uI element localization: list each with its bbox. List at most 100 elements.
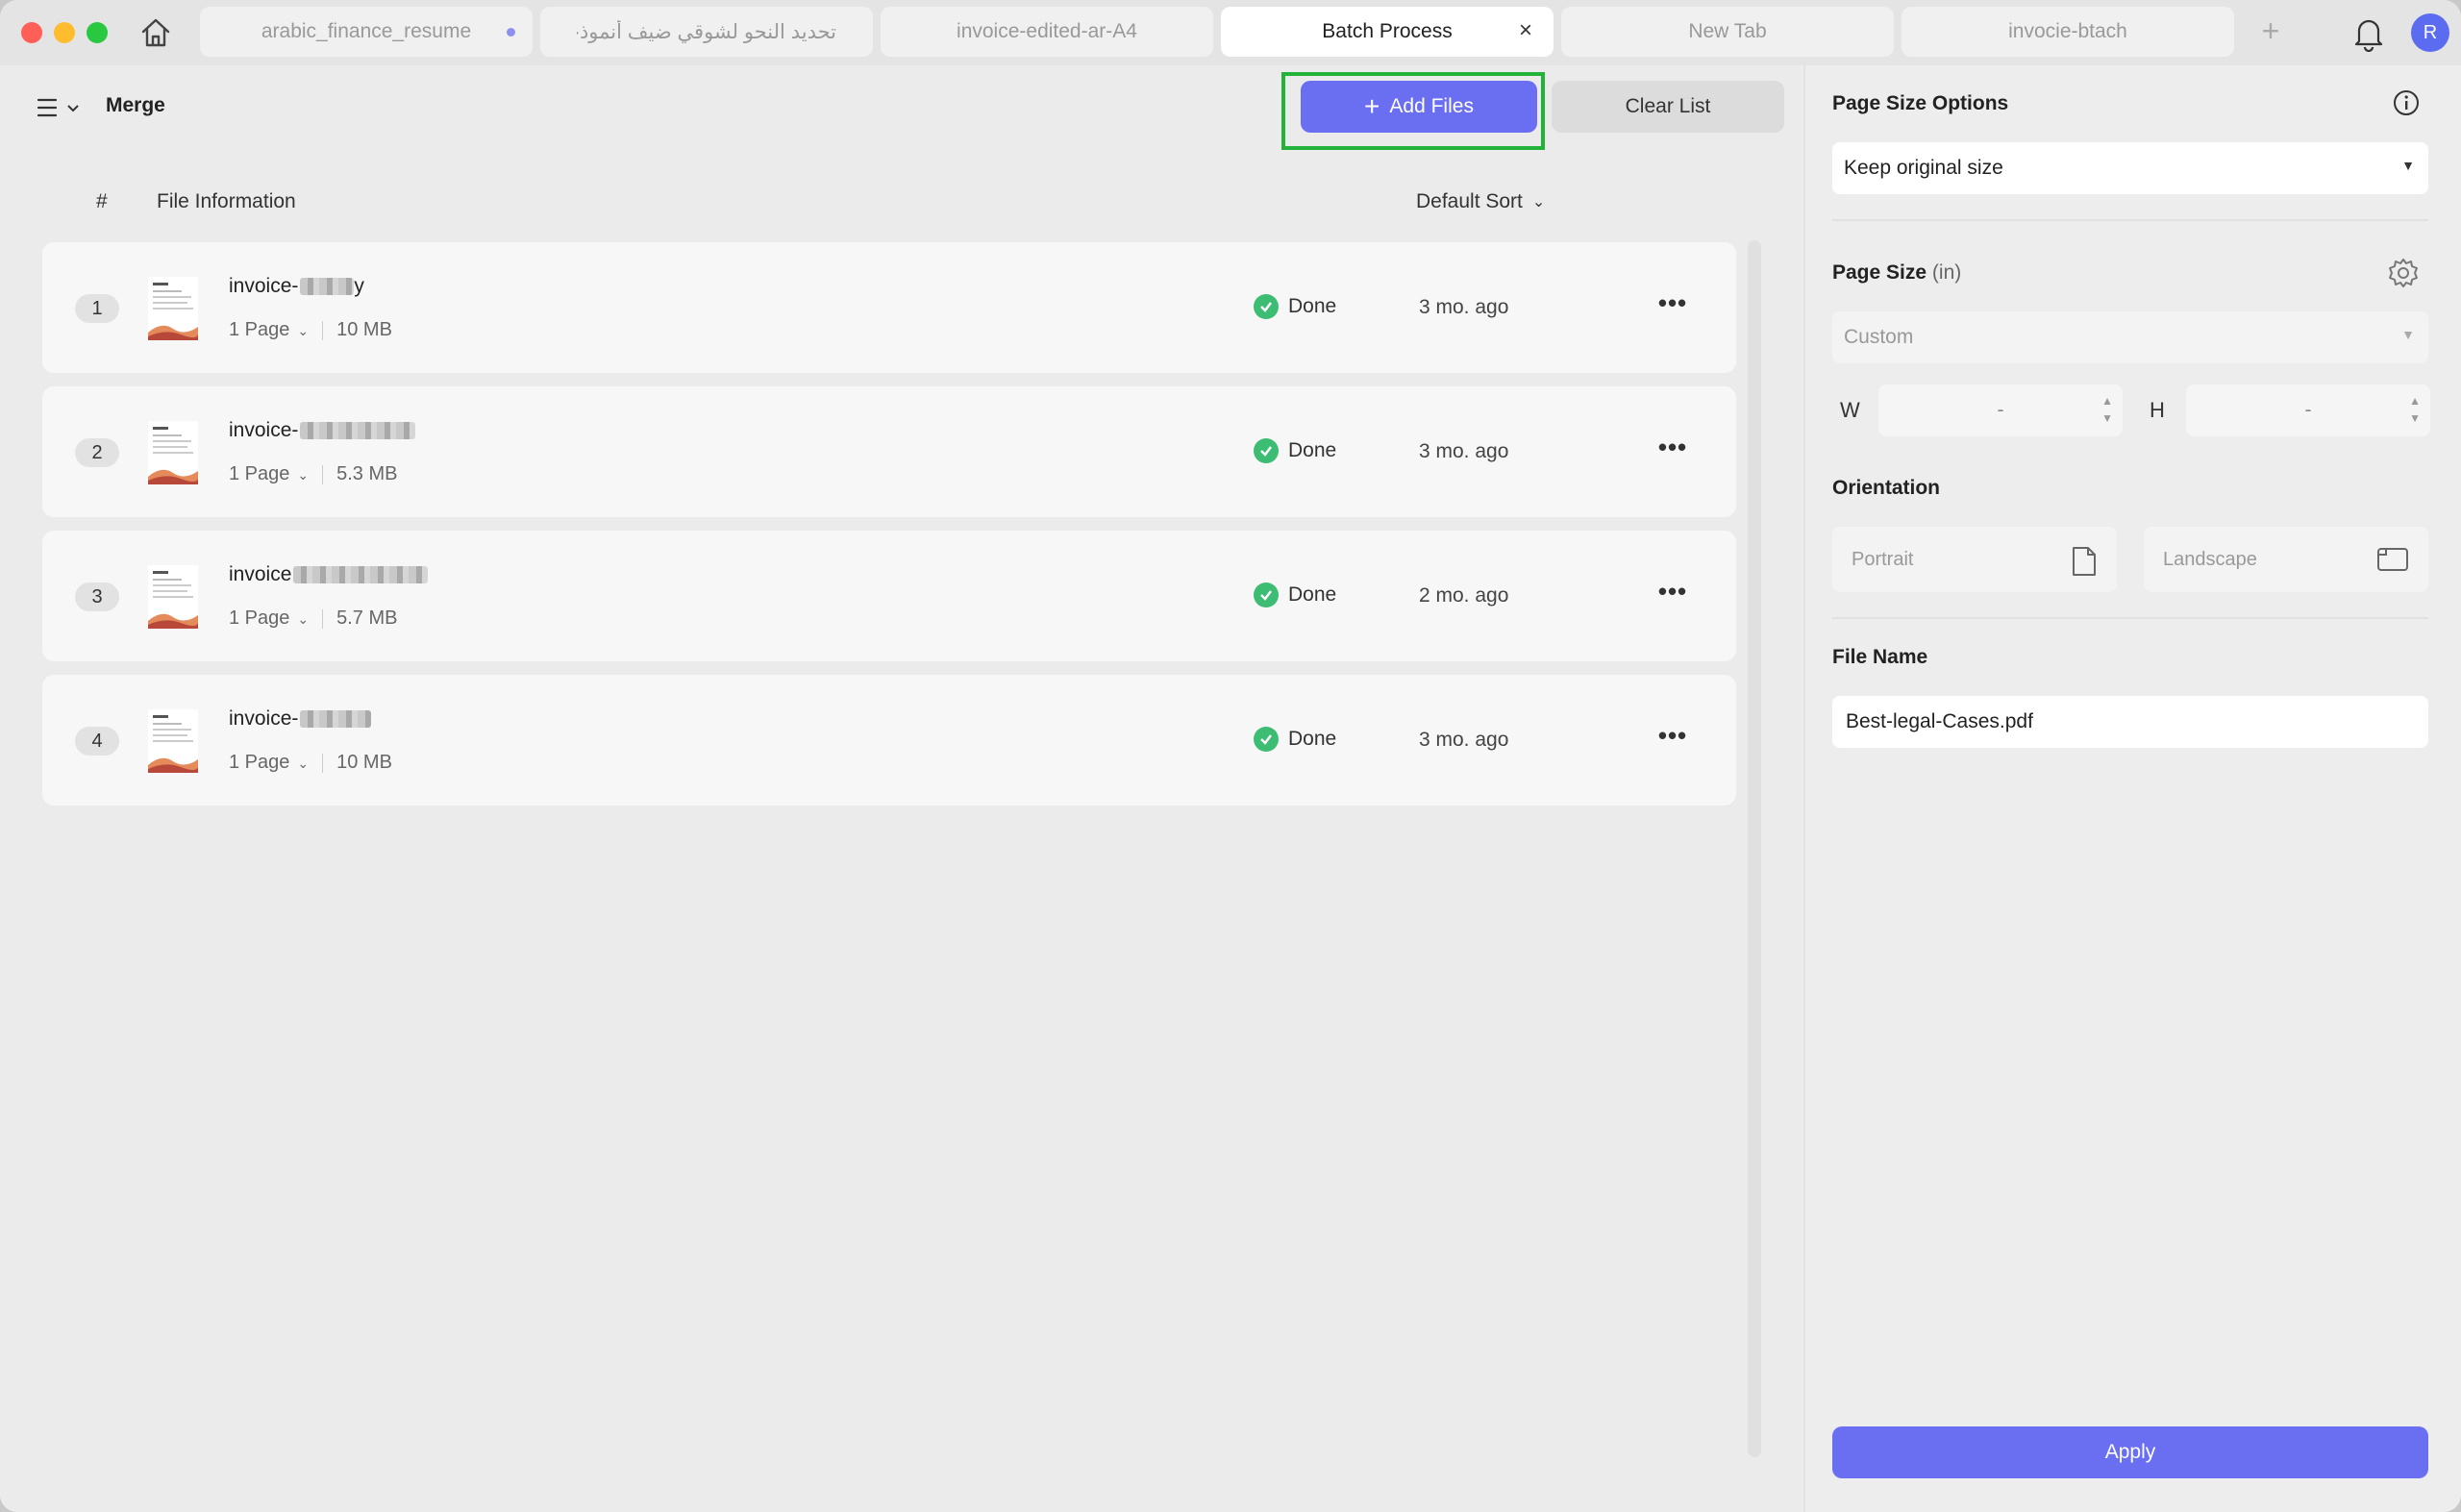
tab-new-tab[interactable]: New Tab	[1561, 7, 1894, 57]
chevron-down-icon	[67, 105, 79, 112]
modified-time: 3 mo. ago	[1419, 729, 1509, 751]
divider	[1832, 617, 2428, 619]
info-icon[interactable]	[2392, 88, 2421, 117]
gear-icon[interactable]	[2386, 256, 2421, 290]
clear-list-button[interactable]: Clear List	[1552, 81, 1784, 133]
settings-panel: Page Size Options Keep original size ▼ P…	[1803, 65, 2461, 1512]
tab-arabic-document[interactable]: تحديد النحو لشوقي ضيف أنموذجا	[540, 7, 873, 57]
landscape-page-icon	[2377, 548, 2408, 571]
pdf-thumbnail-icon	[148, 709, 198, 773]
more-options-icon[interactable]: •••	[1653, 575, 1692, 613]
divider	[1832, 219, 2428, 221]
page-size-label: Page Size (in)	[1832, 261, 1962, 284]
more-options-icon[interactable]: •••	[1653, 431, 1692, 469]
divider	[322, 608, 324, 629]
redacted-text	[300, 278, 355, 295]
modified-time: 2 mo. ago	[1419, 584, 1509, 607]
column-header-file-info: File Information	[157, 190, 296, 212]
dropdown-arrow-icon: ▼	[2401, 158, 2415, 173]
pdf-thumbnail-icon	[148, 277, 198, 340]
page-size-options-select[interactable]: Keep original size ▼	[1832, 142, 2428, 194]
row-number: 3	[75, 582, 119, 611]
chevron-down-icon: ⌄	[1531, 194, 1546, 211]
file-name-input[interactable]	[1832, 696, 2428, 748]
plus-icon: +	[1364, 91, 1380, 121]
check-circle-icon	[1254, 294, 1279, 319]
page-count-dropdown[interactable]: 1 Page ⌄	[229, 319, 309, 341]
tab-invoice-edited[interactable]: invoice-edited-ar-A4	[881, 7, 1213, 57]
main-area: Merge + Add Files Clear List # File Info…	[0, 65, 1800, 1512]
file-list-scrollbar[interactable]	[1748, 240, 1761, 1457]
file-row[interactable]: 2 invoice- 1 Page ⌄ 5.3 MB Done 3 mo. ago…	[42, 386, 1736, 517]
title-bar: arabic_finance_resume تحديد النحو لشوقي …	[0, 0, 2461, 65]
close-tab-icon[interactable]: ×	[1513, 18, 1538, 43]
file-row[interactable]: 3 invoice 1 Page ⌄ 5.7 MB Done 2 mo. ago …	[42, 531, 1736, 661]
file-name: invoice	[229, 563, 429, 586]
divider	[322, 753, 324, 773]
tab-invocie-btach[interactable]: invocie-btach	[1902, 7, 2234, 57]
column-header-number: #	[96, 190, 108, 212]
apply-button[interactable]: Apply	[1832, 1426, 2428, 1478]
file-row[interactable]: 1 invoice-y 1 Page ⌄ 10 MB Done 3 mo. ago…	[42, 242, 1736, 373]
row-number: 1	[75, 294, 119, 323]
status-badge: Done	[1254, 727, 1336, 752]
user-avatar[interactable]: R	[2411, 13, 2449, 52]
pdf-thumbnail-icon	[148, 565, 198, 629]
tab-arabic-finance-resume[interactable]: arabic_finance_resume	[200, 7, 533, 57]
close-window-button[interactable]	[21, 22, 42, 43]
add-files-button[interactable]: + Add Files	[1301, 81, 1537, 133]
bell-icon[interactable]	[2351, 13, 2386, 53]
file-meta: 1 Page ⌄ 10 MB	[229, 752, 392, 774]
stepper-arrows-icon[interactable]: ▲ ▼	[2101, 392, 2113, 427]
status-badge: Done	[1254, 294, 1336, 319]
file-name: invoice-	[229, 707, 372, 731]
menu-toggle-button[interactable]	[37, 92, 87, 123]
tab-batch-process[interactable]: Batch Process ×	[1221, 7, 1554, 57]
chevron-down-icon: ⌄	[297, 323, 310, 338]
dropdown-arrow-icon: ▼	[2401, 327, 2415, 342]
divider	[322, 464, 324, 484]
file-name: invoice-y	[229, 275, 364, 297]
file-meta: 1 Page ⌄ 5.3 MB	[229, 463, 397, 485]
minimize-window-button[interactable]	[54, 22, 75, 43]
redacted-text	[300, 422, 416, 439]
modified-time: 3 mo. ago	[1419, 440, 1509, 462]
check-circle-icon	[1254, 582, 1279, 607]
redacted-text	[293, 566, 429, 583]
file-meta: 1 Page ⌄ 5.7 MB	[229, 607, 397, 630]
file-size: 10 MB	[336, 319, 392, 340]
chevron-down-icon: ⌄	[297, 611, 310, 627]
hamburger-icon	[37, 98, 58, 117]
more-options-icon[interactable]: •••	[1653, 286, 1692, 325]
status-badge: Done	[1254, 582, 1336, 607]
chevron-down-icon: ⌄	[297, 756, 310, 771]
page-count-dropdown[interactable]: 1 Page ⌄	[229, 752, 309, 774]
zoom-window-button[interactable]	[87, 22, 108, 43]
pdf-thumbnail-icon	[148, 421, 198, 484]
height-stepper[interactable]: - ▲ ▼	[2186, 384, 2430, 436]
page-size-select[interactable]: Custom ▼	[1832, 311, 2428, 363]
chevron-down-icon: ⌄	[297, 467, 310, 483]
file-meta: 1 Page ⌄ 10 MB	[229, 319, 392, 341]
sort-dropdown[interactable]: Default Sort ⌄	[1416, 190, 1545, 213]
home-icon[interactable]	[138, 15, 173, 50]
file-row[interactable]: 4 invoice- 1 Page ⌄ 10 MB Done 3 mo. ago …	[42, 675, 1736, 806]
file-size: 10 MB	[336, 752, 392, 773]
page-count-dropdown[interactable]: 1 Page ⌄	[229, 607, 309, 630]
stepper-arrows-icon[interactable]: ▲ ▼	[2409, 392, 2421, 427]
width-stepper[interactable]: - ▲ ▼	[1878, 384, 2123, 436]
row-number: 4	[75, 727, 119, 756]
page-count-dropdown[interactable]: 1 Page ⌄	[229, 463, 309, 485]
app-window: arabic_finance_resume تحديد النحو لشوقي …	[0, 0, 2461, 1512]
new-tab-plus-icon[interactable]: +	[2253, 13, 2288, 48]
landscape-option[interactable]: Landscape	[2144, 527, 2428, 592]
check-circle-icon	[1254, 727, 1279, 752]
file-name: invoice-	[229, 419, 416, 442]
more-options-icon[interactable]: •••	[1653, 719, 1692, 757]
unsaved-dot-icon	[507, 28, 515, 37]
orientation-label: Orientation	[1832, 477, 1941, 499]
page-title: Merge	[106, 94, 165, 116]
check-circle-icon	[1254, 438, 1279, 463]
portrait-option[interactable]: Portrait	[1832, 527, 2117, 592]
divider	[322, 320, 324, 340]
